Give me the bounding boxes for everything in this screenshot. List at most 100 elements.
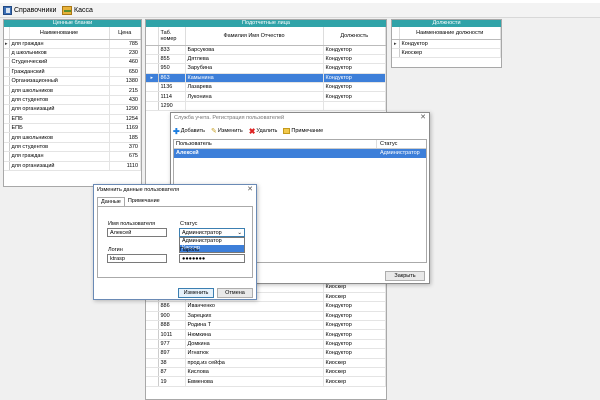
form-price-cell: 1380 [109, 76, 141, 87]
tab-note[interactable]: Примечание [125, 197, 163, 206]
close-icon[interactable]: ✕ [247, 185, 253, 195]
form-name-cell: для студентов [9, 95, 110, 106]
form-price-cell: 230 [109, 48, 141, 59]
status-select[interactable]: Администратор ⌄ [179, 228, 245, 237]
row-indicator [146, 301, 159, 312]
table-row[interactable]: 87 Кислова Киоскер [146, 367, 386, 378]
table-row[interactable]: 886 Иванченко Кондуктор [146, 301, 386, 312]
persons-col-fio[interactable]: Фамилия Имя Отчество [185, 27, 324, 46]
users-col-user[interactable]: Пользователь [174, 140, 377, 148]
person-pos-cell: Кондуктор [323, 348, 386, 359]
close-button[interactable]: Закрыть [385, 271, 425, 281]
table-row[interactable]: ЕПБ 1254 [4, 114, 141, 125]
cancel-button[interactable]: Отмена [217, 288, 253, 298]
forms-col-price[interactable]: Цена [109, 27, 141, 40]
row-indicator [146, 348, 159, 359]
table-row[interactable]: 855 Дятлева Кондуктор [146, 54, 386, 65]
table-row[interactable]: для организаций 1290 [4, 104, 141, 115]
person-fio-cell: Иванченко [185, 301, 324, 312]
form-price-cell: 1169 [109, 123, 141, 134]
login-input[interactable]: ktrasp [107, 254, 167, 263]
users-row[interactable]: Алексей Администратор [174, 149, 426, 158]
users-dialog-toolbar: ✚ Добавить ✎ Изменить ✖ Удалить Примечан… [173, 126, 323, 136]
table-row[interactable]: Студенческий 460 [4, 57, 141, 68]
table-row[interactable]: для студентов 430 [4, 95, 141, 106]
person-fio-cell: Камынина [185, 73, 324, 84]
table-row[interactable]: для граждан 675 [4, 151, 141, 162]
forms-col-name[interactable]: Наименование [9, 27, 110, 40]
person-pos-cell: Кондуктор [323, 63, 386, 74]
table-row[interactable]: Организационный 1380 [4, 76, 141, 87]
password-input[interactable]: ●●●●●●● [179, 254, 245, 263]
users-row-user: Алексей [176, 150, 199, 156]
table-row[interactable]: д школьников 230 [4, 48, 141, 59]
form-price-cell: 215 [109, 85, 141, 96]
person-pos-cell: Кондуктор [323, 54, 386, 65]
person-fio-cell: Домкина [185, 339, 324, 350]
table-row[interactable]: 1011 Нюмкина Кондуктор [146, 329, 386, 340]
table-row[interactable]: 1136 Лазарева Кондуктор [146, 82, 386, 93]
users-dialog-title: Служба учета. Регистрация пользователей … [171, 113, 429, 123]
form-name-cell: для школьников [9, 132, 110, 143]
form-price-cell: 370 [109, 142, 141, 153]
person-pos-cell: Кондуктор [323, 311, 386, 322]
table-row[interactable]: ЕПБ 1169 [4, 123, 141, 134]
row-indicator [146, 367, 159, 378]
table-row[interactable]: 897 Игнатюк Кондуктор [146, 348, 386, 359]
username-input[interactable]: Алексей [107, 228, 167, 237]
table-row[interactable]: для школьников 185 [4, 132, 141, 143]
close-icon[interactable]: ✕ [420, 113, 426, 123]
tab-data[interactable]: Данные [97, 197, 125, 206]
save-button[interactable]: Изменить [178, 288, 214, 298]
form-name-cell: для граждан [9, 151, 110, 162]
person-tab-cell: 863 [158, 73, 186, 84]
table-row[interactable]: ▸ 863 Камынина Кондуктор [146, 73, 386, 84]
person-fio-cell: Игнатюк [185, 348, 324, 359]
note-button[interactable]: Примечание [283, 128, 323, 134]
forms-table: Наименование Цена ▸ для граждан 785 д школь… [4, 27, 141, 171]
table-row[interactable]: 19 Евменова Киоскер [146, 376, 386, 387]
references-button[interactable]: Справочники [3, 4, 56, 16]
users-col-status[interactable]: Статус [377, 140, 397, 148]
positions-col-name[interactable]: Наименование должности [399, 27, 501, 40]
table-row[interactable]: для студентов 370 [4, 142, 141, 153]
form-name-cell: для организаций [9, 161, 110, 171]
table-row[interactable]: для школьников 215 [4, 85, 141, 96]
table-row[interactable]: для организаций 1110 [4, 161, 141, 171]
form-name-cell: Организационный [9, 76, 110, 87]
table-row[interactable]: Гражданский 650 [4, 67, 141, 78]
table-row[interactable]: 950 Зарубина Кондуктор [146, 63, 386, 74]
username-label: Имя пользователя [108, 221, 156, 227]
table-row[interactable]: 977 Домкина Кондуктор [146, 339, 386, 350]
persons-col-tab[interactable]: Таб. номер [158, 27, 186, 46]
row-indicator [146, 63, 159, 74]
table-row[interactable]: 833 Барсукова Кондуктор [146, 45, 386, 55]
edit-user-button[interactable]: ✎ Изменить [211, 127, 243, 135]
person-fio-cell: Нюмкина [185, 329, 324, 340]
cash-button[interactable]: Касса [62, 4, 93, 16]
delete-user-button[interactable]: ✖ Удалить [249, 127, 278, 136]
table-row[interactable]: 1290 [146, 101, 386, 112]
person-fio-cell: Кислова [185, 367, 324, 378]
chevron-down-icon: ⌄ [237, 230, 242, 236]
status-option[interactable]: Администратор [180, 238, 244, 245]
users-dialog-title-text: Служба учета. Регистрация пользователей [174, 115, 285, 121]
person-fio-cell: прод.из сейфа [185, 358, 324, 369]
form-price-cell: 785 [109, 39, 141, 49]
table-row[interactable]: 1114 Луконина Кондуктор [146, 91, 386, 102]
table-row[interactable]: ▸ Кондуктор [392, 39, 501, 49]
table-row[interactable]: 900 Зарецких Кондуктор [146, 311, 386, 322]
row-indicator [146, 311, 159, 322]
person-pos-cell: Кондуктор [323, 329, 386, 340]
cash-label: Касса [74, 6, 93, 14]
edit-icon: ✎ [211, 128, 217, 135]
person-tab-cell: 897 [158, 348, 186, 359]
persons-col-pos[interactable]: Должность [323, 27, 386, 46]
table-row[interactable]: Киоскер [392, 48, 501, 59]
table-row[interactable]: ▸ для граждан 785 [4, 39, 141, 49]
row-indicator [146, 54, 159, 65]
person-tab-cell: 1011 [158, 329, 186, 340]
table-row[interactable]: 38 прод.из сейфа Киоскер [146, 358, 386, 369]
table-row[interactable]: 888 Родина Т Кондуктор [146, 320, 386, 331]
add-user-button[interactable]: ✚ Добавить [173, 127, 205, 136]
